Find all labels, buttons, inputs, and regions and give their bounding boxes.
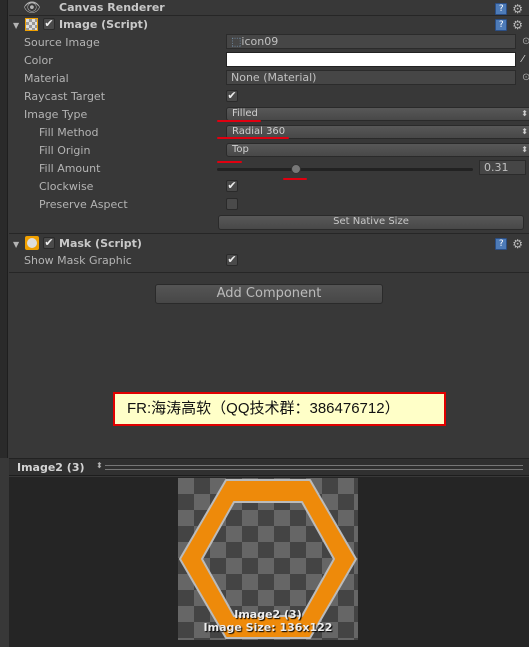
preview-header[interactable]: Image2 (3) ⬍ [9, 458, 529, 476]
field-label: Source Image [24, 36, 100, 49]
preview-caption-size: Image Size: 136x122 [203, 621, 333, 634]
fill-amount-input[interactable]: 0.31 [479, 160, 526, 175]
preserve-aspect-row: Preserve Aspect [9, 195, 529, 213]
help-icon[interactable]: ? [495, 238, 508, 250]
material-row: Material None (Material) ⊙ [9, 69, 529, 87]
left-gutter [0, 0, 8, 458]
image-script-header[interactable]: ▼ ✔ Image (Script) ? ⚙ [9, 16, 529, 34]
component-title: Canvas Renderer [59, 1, 165, 14]
red-annotation [217, 120, 261, 122]
preview-area: Image2 (3) Image Size: 136x122 [9, 477, 529, 647]
mask-component-icon [25, 236, 39, 250]
watermark-banner: FR:海涛高软（QQ技术群：386476712） [113, 392, 446, 426]
image-type-dropdown[interactable]: Filled ⬍ [226, 107, 529, 121]
component-title: Mask (Script) [59, 237, 142, 250]
add-component-button[interactable]: Add Component [155, 284, 383, 304]
eyedropper-icon[interactable]: ⁄ [522, 54, 524, 65]
eye-icon[interactable]: 👁 [23, 0, 41, 16]
field-label: Raycast Target [24, 90, 106, 103]
show-mask-graphic-row: Show Mask Graphic ✔ [9, 251, 529, 269]
divider [9, 272, 529, 273]
field-label: Preserve Aspect [39, 198, 128, 211]
help-icon[interactable]: ? [495, 19, 508, 31]
red-annotation [283, 178, 307, 180]
drag-handle[interactable] [105, 465, 523, 470]
field-label: Show Mask Graphic [24, 254, 132, 267]
set-native-size-row: Set Native Size [9, 213, 529, 231]
set-native-size-button[interactable]: Set Native Size [218, 215, 524, 230]
material-field[interactable]: None (Material) [226, 70, 516, 85]
fill-origin-row: Fill Origin Top ⬍ [9, 141, 529, 159]
source-image-row: Source Image ⬚icon09 ⊙ [9, 33, 529, 51]
gear-icon[interactable]: ⚙ [512, 237, 523, 251]
fill-origin-dropdown[interactable]: Top ⬍ [226, 143, 529, 157]
image-type-row: Image Type Filled ⬍ [9, 105, 529, 123]
field-label: Image Type [24, 108, 88, 121]
field-label: Material [24, 72, 69, 85]
gear-icon[interactable]: ⚙ [512, 2, 523, 16]
dropdown-arrows-icon[interactable]: ⬍ [96, 461, 103, 470]
field-label: Clockwise [39, 180, 94, 193]
object-picker-icon[interactable]: ⊙ [522, 36, 529, 47]
preview-caption-name: Image2 (3) [234, 608, 302, 621]
enabled-checkbox[interactable]: ✔ [43, 237, 55, 249]
foldout-arrow-icon[interactable]: ▼ [13, 240, 19, 249]
raycast-target-checkbox[interactable]: ✔ [226, 90, 238, 102]
field-label: Fill Amount [39, 162, 101, 175]
component-title: Image (Script) [59, 18, 148, 31]
field-label: Fill Origin [39, 144, 91, 157]
clockwise-row: Clockwise ✔ [9, 177, 529, 195]
fill-amount-row: Fill Amount 0.31 [9, 159, 529, 177]
color-field[interactable] [226, 52, 516, 67]
show-mask-graphic-checkbox[interactable]: ✔ [226, 254, 238, 266]
foldout-arrow-icon[interactable]: ▼ [13, 21, 19, 30]
raycast-target-row: Raycast Target ✔ [9, 87, 529, 105]
clockwise-checkbox[interactable]: ✔ [226, 180, 238, 192]
slider-track[interactable] [217, 168, 473, 171]
divider [9, 233, 529, 234]
red-annotation [217, 137, 289, 139]
slider-handle[interactable] [291, 164, 302, 174]
preview-title: Image2 (3) [17, 461, 85, 474]
source-image-field[interactable]: ⬚icon09 [226, 34, 516, 49]
image-component-icon [25, 18, 38, 31]
enabled-checkbox[interactable]: ✔ [43, 18, 55, 30]
red-annotation [217, 161, 242, 163]
preserve-aspect-checkbox[interactable] [226, 198, 238, 210]
object-picker-icon[interactable]: ⊙ [522, 72, 529, 83]
help-icon[interactable]: ? [495, 3, 508, 15]
preview-image: Image2 (3) Image Size: 136x122 [178, 478, 358, 640]
field-label: Color [24, 54, 53, 67]
field-label: Fill Method [39, 126, 99, 139]
color-row: Color ⁄ [9, 51, 529, 69]
gear-icon[interactable]: ⚙ [512, 18, 523, 32]
